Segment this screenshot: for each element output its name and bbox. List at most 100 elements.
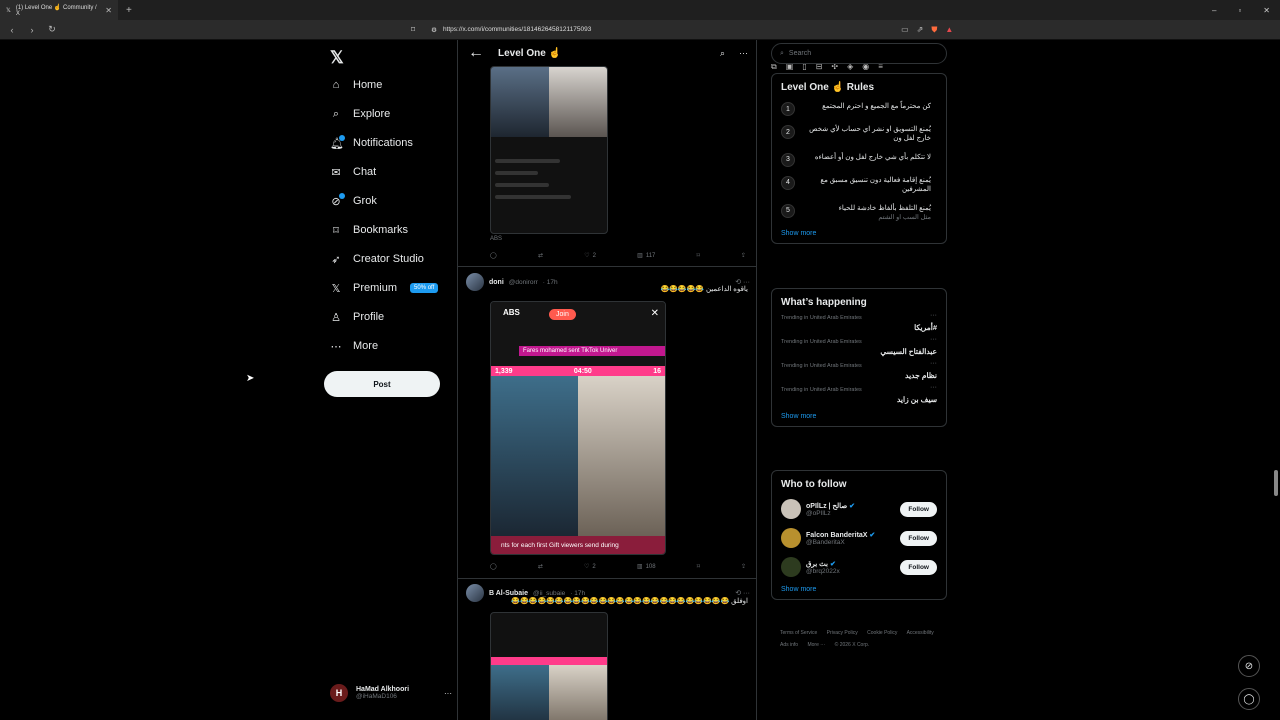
messages-fab-icon[interactable]: ◯ [1238,688,1260,710]
more-icon[interactable]: ··· [930,384,937,391]
account-switcher[interactable]: H HaMad Alkhoori @iHaMaD106 ··· [330,684,452,702]
bookmark-icon[interactable]: ⌑ [697,252,700,259]
url-field[interactable]: ⚙ https://x.com/i/communities/1814626458… [423,23,893,37]
trend-item[interactable]: Trending in United Arab Emirates ··· #أم… [781,312,937,332]
x-logo-icon[interactable]: 𝕏 [330,48,344,68]
nav-label: Bookmarks [353,224,409,236]
grok-fab-icon[interactable]: ⊘ [1238,655,1260,677]
trend-item[interactable]: Trending in United Arab Emirates ··· نظا… [781,360,937,380]
rule-item[interactable]: 2 يُمنع التسويق او نشر اي حساب لأي شخص خ… [781,125,937,144]
footer-links: Terms of Service Privacy Policy Cookie P… [780,630,934,648]
more-icon[interactable]: ··· [930,336,937,343]
author-name[interactable]: doni [489,279,504,286]
avatar[interactable] [466,584,484,602]
extension-icon[interactable]: ⧉ [771,62,777,72]
follow-button[interactable]: Follow [900,530,937,546]
post-media[interactable] [490,612,608,720]
follow-suggestion[interactable]: Falcon BanderitaX ✔ @BanderitaX Follow [781,528,937,548]
happening-title: What’s happening [781,297,867,308]
more-icon[interactable]: ··· [930,312,937,319]
post-button[interactable]: Post [324,371,440,397]
cast-icon[interactable]: ▭ [901,25,909,35]
close-window-button[interactable]: ✕ [1263,6,1270,15]
like-button[interactable]: ♡ 2 [584,252,596,260]
nav-bookmarks[interactable]: ⌑ Bookmarks [330,221,408,239]
nav-home[interactable]: ⌂ Home [330,76,383,94]
like-button[interactable]: ♡ 2 [584,563,596,571]
author-handle[interactable]: @ii_subaie [533,590,565,597]
follow-button[interactable]: Follow [900,559,937,575]
nav-more[interactable]: ⋯ More [330,337,379,355]
nav-chat[interactable]: ✉ Chat [330,163,376,181]
follow-button[interactable]: Follow [900,501,937,517]
browser-tab[interactable]: 𝕏 (1) Level One ☝ Community / X ✕ [0,0,118,20]
share-icon[interactable]: ⇗ [917,25,924,35]
scrollbar-thumb[interactable] [1274,470,1278,496]
author-name[interactable]: B Al-Subaie [489,590,528,597]
nav-profile[interactable]: ♙ Profile [330,308,384,326]
bookmark-icon[interactable]: ⌑ [697,563,700,570]
trend-item[interactable]: Trending in United Arab Emirates ··· سيف… [781,384,937,404]
follow-suggestion[interactable]: oPIlLz | صالح ✔ @oPIlLz Follow [781,499,937,519]
close-tab-icon[interactable]: ✕ [105,6,112,15]
author-handle[interactable]: @donirorr [509,279,538,286]
search-placeholder: Search [788,50,812,57]
rewards-icon[interactable]: ▲ [945,25,953,35]
nav-notifications[interactable]: 🔔︎ Notifications [330,134,413,152]
forward-arrow-icon[interactable]: › [26,25,38,35]
chart-icon: ▥ [636,564,643,570]
nav-creator-studio[interactable]: ➶ Creator Studio [330,250,424,268]
show-more-link[interactable]: Show more [781,586,937,593]
divider [458,578,756,579]
notification-dot [339,134,345,141]
follow-suggestion[interactable]: بث برق ✔ @brq2022x Follow [781,557,937,577]
share-icon[interactable]: ⇪ [741,252,746,259]
community-rules-card: Level One ☝ Rules 1 كن محترماً مع الجميع… [771,73,947,245]
share-icon[interactable]: ⇪ [741,563,746,570]
more-icon[interactable]: ··· [444,689,452,698]
rule-item[interactable]: 5 يُمنع التلفظ بألفاظ خادشة للحياء مثل ا… [781,203,937,221]
brave-shield-icon[interactable]: ⛊ [931,25,937,35]
live-timer: 04:50 [573,367,592,375]
rule-item[interactable]: 3 لا تتكلم بأي شي خارج لفل ون أو أعضاءه [781,152,937,167]
post-text: ياقوه الداعمين 😂😂😂😂😂 [660,286,748,293]
verified-badge-icon: ✔ [829,560,836,568]
repost-icon[interactable]: ⇄ [538,252,543,259]
post-time[interactable]: · 17h [570,590,585,597]
post-time[interactable]: · 17h [543,279,558,286]
back-arrow-icon[interactable]: ← [468,44,484,62]
search-icon[interactable]: ⌕ [720,48,725,59]
nav-grok[interactable]: ⊘ Grok [330,192,377,210]
nav-explore[interactable]: ⌕ Explore [330,105,390,123]
show-more-link[interactable]: Show more [781,230,937,237]
maximize-button[interactable]: ▫ [1238,6,1241,15]
more-icon[interactable]: ⟲ ··· [735,589,750,597]
live-left-score: 1,339 [495,367,513,375]
reply-icon[interactable]: ◯ [490,252,497,259]
more-circle-icon: ⋯ [330,340,342,353]
rule-item[interactable]: 4 يُمنع إقامة فعالية دون تنسيق مسبق مع ا… [781,175,937,195]
site-info-icon[interactable]: ⚙ [431,26,437,34]
main-timeline: ← Level One ☝ ⌕ ··· ABS ◯ ⇄ ♡ 2 ▥ 117 ⌑ ⇪ … [457,40,757,720]
post-media[interactable]: ABS Join ✕ Fares mohamed sent TikTok Uni… [490,301,666,555]
trend-item[interactable]: Trending in United Arab Emirates ··· عبد… [781,336,937,356]
views-button[interactable]: ▥ 108 [636,563,656,571]
bookmark-page-icon[interactable]: ⌑ [411,25,415,34]
new-tab-button[interactable]: + [126,5,132,16]
more-icon[interactable]: ··· [739,48,748,59]
rule-item[interactable]: 1 كن محترماً مع الجميع و احترم المجتمع [781,102,937,116]
minimize-button[interactable]: – [1212,6,1216,15]
search-input[interactable]: ⌕ Search [771,43,947,64]
avatar [781,557,801,577]
views-button[interactable]: ▥ 117 [637,252,655,260]
more-icon[interactable]: ··· [930,360,937,367]
nav-premium[interactable]: 𝕏 Premium 50% off [330,279,439,297]
avatar[interactable] [466,273,484,291]
show-more-link[interactable]: Show more [781,413,937,420]
reload-icon[interactable]: ↻ [46,24,58,35]
post-media[interactable] [490,66,608,234]
account-name: HaMad Alkhoori [356,686,410,693]
repost-icon[interactable]: ⇄ [538,563,543,570]
reply-icon[interactable]: ◯ [490,563,497,570]
back-arrow-icon[interactable]: ‹ [6,25,18,35]
